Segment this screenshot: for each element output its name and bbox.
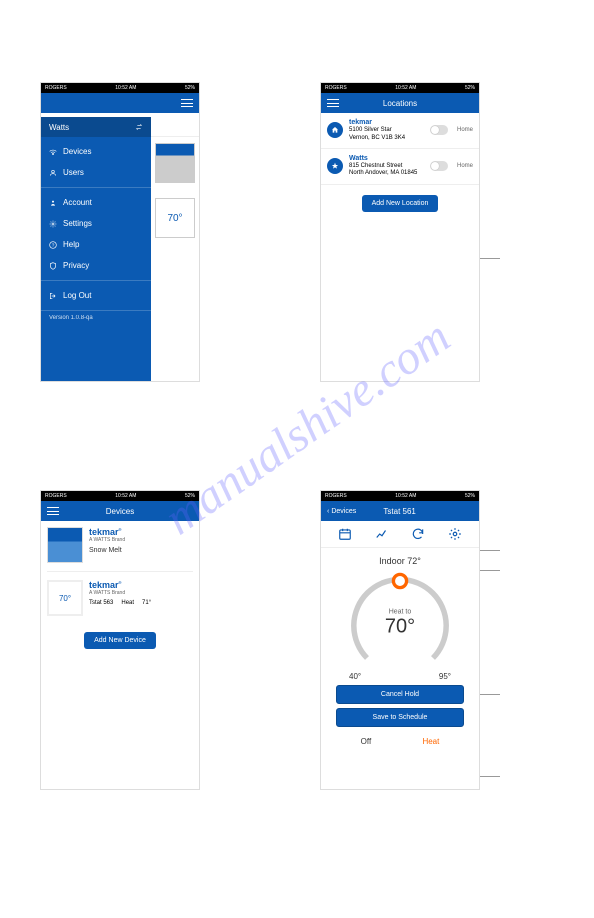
sidebar-item-help[interactable]: ? Help	[41, 234, 151, 255]
sidebar-label: Account	[63, 198, 92, 207]
hamburger-icon[interactable]	[327, 99, 339, 107]
home-icon	[327, 122, 343, 138]
back-button[interactable]: ‹Devices	[327, 508, 356, 515]
sidebar-title: Watts	[49, 123, 69, 132]
device-thumbnail: 70°	[47, 580, 83, 616]
wifi-icon	[49, 148, 57, 156]
location-row[interactable]: tekmar 5100 Silver Star Vernon, BC V1B 3…	[321, 113, 479, 149]
screen-locations: ROGERS 10:52 AM 52% Locations tekmar 510…	[320, 82, 480, 382]
sidebar-item-devices[interactable]: Devices	[41, 141, 151, 162]
location-info: Watts 815 Chestnut Street North Andover,…	[349, 155, 424, 178]
person-icon	[49, 199, 57, 207]
temp-dial[interactable]: Heat to 70°	[345, 570, 455, 680]
thermostat-dial: Indoor 72° Heat to 70° 40° 95° Cancel Ho…	[321, 548, 479, 760]
sidebar-label: Settings	[63, 219, 92, 228]
sidebar-label: Log Out	[63, 291, 91, 300]
battery-label: 52%	[185, 85, 195, 91]
star-icon	[327, 158, 343, 174]
carrier-label: ROGERS	[45, 85, 67, 91]
version-label: Version 1.0.8-qa	[41, 311, 151, 325]
pointer-line	[480, 570, 500, 571]
page-title: Locations	[339, 99, 461, 108]
pointer-line	[480, 258, 500, 259]
help-icon: ?	[49, 241, 57, 249]
add-device-button[interactable]: Add New Device	[84, 632, 156, 649]
pointer-line	[480, 776, 500, 777]
pointer-line	[480, 694, 500, 695]
gear-icon[interactable]	[448, 527, 462, 541]
brand-label: tekmar®	[89, 527, 193, 537]
setpoint-temp: 70°	[385, 616, 415, 639]
app-header: ‹Devices Tstat 561	[321, 501, 479, 521]
sidebar-item-account[interactable]: Account	[41, 192, 151, 213]
svg-text:?: ?	[52, 242, 55, 247]
location-row[interactable]: Watts 815 Chestnut Street North Andover,…	[321, 149, 479, 185]
app-header: Locations	[321, 93, 479, 113]
brand-label: tekmar®	[89, 580, 193, 590]
hamburger-icon[interactable]	[47, 507, 59, 515]
status-bar: ROGERS 10:52 AM 52%	[321, 491, 479, 501]
sidebar-label: Privacy	[63, 261, 89, 270]
gear-icon	[49, 220, 57, 228]
page-title: Tstat 561	[356, 507, 443, 516]
logout-icon	[49, 292, 57, 300]
chart-icon[interactable]	[375, 527, 389, 541]
screen-thermostat: ROGERS 10:52 AM 52% ‹Devices Tstat 561 I…	[320, 490, 480, 790]
pointer-line	[480, 550, 500, 551]
device-thumbnail-2[interactable]: 70°	[155, 198, 195, 238]
app-header	[41, 93, 199, 113]
indoor-temp-label: Indoor 72°	[329, 556, 471, 566]
swap-icon[interactable]	[135, 123, 143, 131]
sidebar-item-users[interactable]: Users	[41, 162, 151, 183]
hamburger-icon[interactable]	[181, 99, 193, 107]
add-location-button[interactable]: Add New Location	[362, 195, 439, 212]
page-title: Devices	[59, 507, 181, 516]
device-thumbnail-1[interactable]	[155, 143, 195, 183]
time-label: 10:52 AM	[115, 85, 136, 91]
device-info: tekmar® A WATTS Brand Snow Melt	[89, 527, 193, 554]
status-bar: ROGERS 10:52 AM 52%	[41, 491, 199, 501]
sidebar-label: Help	[63, 240, 79, 249]
dial-center: Heat to 70°	[385, 609, 415, 639]
sidebar: Watts Devices Users Account Settings	[41, 117, 151, 382]
sidebar-item-settings[interactable]: Settings	[41, 213, 151, 234]
device-info: tekmar® A WATTS Brand Tstat 563 Heat 71°	[89, 580, 193, 606]
sidebar-item-logout[interactable]: Log Out	[41, 285, 151, 306]
calendar-icon[interactable]	[338, 527, 352, 541]
status-bar: ROGERS 10:52 AM 52%	[321, 83, 479, 93]
tab-bar	[321, 521, 479, 548]
divider	[47, 571, 193, 572]
home-away-toggle[interactable]	[430, 161, 448, 171]
cancel-hold-button[interactable]: Cancel Hold	[336, 685, 464, 704]
save-schedule-button[interactable]: Save to Schedule	[336, 708, 464, 727]
home-away-toggle[interactable]	[430, 125, 448, 135]
device-mode: Heat	[121, 600, 134, 606]
toggle-state: Home	[457, 127, 473, 133]
device-name: Tstat 563	[89, 600, 113, 606]
shield-icon	[49, 262, 57, 270]
device-row[interactable]: 70° tekmar® A WATTS Brand Tstat 563 Heat…	[41, 574, 199, 622]
location-info: tekmar 5100 Silver Star Vernon, BC V1B 3…	[349, 119, 424, 142]
mode-heat[interactable]: Heat	[422, 737, 439, 746]
app-header: Devices	[41, 501, 199, 521]
screen-devices: ROGERS 10:52 AM 52% Devices tekmar® A WA…	[40, 490, 200, 790]
sidebar-item-privacy[interactable]: Privacy	[41, 255, 151, 276]
toggle-state: Home	[457, 163, 473, 169]
device-temp: 71°	[142, 600, 151, 606]
sidebar-label: Devices	[63, 147, 91, 156]
users-icon	[49, 169, 57, 177]
sidebar-header[interactable]: Watts	[41, 117, 151, 137]
status-bar: ROGERS 10:52 AM 52%	[41, 83, 199, 93]
refresh-icon[interactable]	[411, 527, 425, 541]
device-row[interactable]: tekmar® A WATTS Brand Snow Melt	[41, 521, 199, 569]
device-thumbnail	[47, 527, 83, 563]
mode-off[interactable]: Off	[361, 737, 372, 746]
sidebar-label: Users	[63, 168, 84, 177]
screen-sidebar-menu: ROGERS 10:52 AM 52% WWATTS® 70° Watts De…	[40, 82, 200, 382]
mode-selector: Off Heat	[329, 731, 471, 752]
